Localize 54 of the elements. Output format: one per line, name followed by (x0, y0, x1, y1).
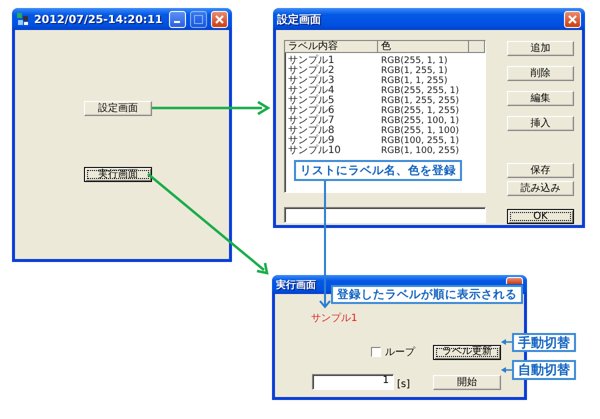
column-header[interactable]: ラベル内容 (285, 41, 378, 53)
current-label: サンプル1 (311, 313, 358, 325)
close-button[interactable] (506, 277, 523, 284)
minimize-button[interactable] (169, 10, 186, 28)
list-cell-text: サンプル1 (287, 56, 336, 66)
window-title: 実行画面 (276, 278, 317, 292)
list-cell-text: RGB(1, 100, 255) (380, 146, 460, 156)
dialog-button[interactable]: 挿入 (507, 116, 574, 131)
list-cell-text: サンプル6 (287, 106, 336, 116)
close-icon (215, 14, 224, 24)
loop-checkbox[interactable] (371, 347, 381, 358)
text-field[interactable] (284, 207, 486, 223)
callout: 自動切替 (512, 360, 576, 380)
dialog-button[interactable]: 編集 (507, 91, 574, 106)
window-title: 設定画面 (277, 12, 322, 26)
list-cell-text: サンプル3 (287, 76, 336, 86)
callout: 登録したラベルが順に表示される (331, 285, 523, 304)
label-list[interactable] (284, 40, 486, 193)
list-cell-text: サンプル7 (287, 116, 336, 126)
list-cell-text: RGB(255, 100, 1) (380, 116, 460, 126)
start-button[interactable]: 開始 (433, 375, 501, 390)
list-cell-text: サンプル10 (287, 146, 342, 156)
list-cell-text: RGB(255, 255, 1) (380, 86, 460, 96)
close-button[interactable] (211, 10, 228, 28)
unit-label: [s] (397, 379, 410, 390)
list-cell-text: サンプル9 (287, 136, 334, 146)
list-cell-text: RGB(1, 255, 255) (380, 96, 460, 106)
maximize-icon (194, 14, 203, 24)
column-header[interactable] (469, 41, 485, 53)
column-header[interactable]: 色 (378, 41, 469, 53)
close-icon (568, 14, 577, 24)
window-title: 2012/07/25-14:20:11 (34, 12, 164, 26)
callout: リストにラベル名、色を登録 (294, 160, 462, 181)
callout: 手動切替 (512, 333, 576, 352)
loop-label: ループ (385, 346, 415, 360)
dialog-button[interactable]: 追加 (507, 41, 574, 56)
interval-field[interactable]: 1 (312, 374, 394, 390)
list-cell-text: サンプル4 (287, 86, 336, 96)
dialog-button[interactable]: 読み込み (507, 181, 574, 196)
list-cell-text: RGB(255, 1, 255) (380, 106, 460, 116)
list-cell-text: RGB(1, 1, 255) (380, 76, 448, 86)
list-cell-text: RGB(255, 1, 1) (380, 56, 448, 66)
maximize-button[interactable] (190, 10, 207, 28)
window-button[interactable]: 設定画面 (84, 101, 152, 116)
app-icon (16, 12, 30, 26)
list-cell-text: RGB(255, 1, 100) (380, 126, 460, 136)
dialog-button[interactable]: 削除 (507, 66, 574, 81)
close-button[interactable] (564, 10, 581, 28)
list-cell-text: サンプル2 (287, 66, 336, 76)
list-cell-text: RGB(100, 255, 1) (380, 136, 460, 146)
list-cell-text: RGB(1, 255, 1) (380, 66, 448, 76)
dialog-button[interactable]: 保存 (507, 163, 574, 178)
list-cell-text: サンプル8 (287, 126, 336, 136)
list-cell-text: サンプル5 (287, 96, 336, 106)
